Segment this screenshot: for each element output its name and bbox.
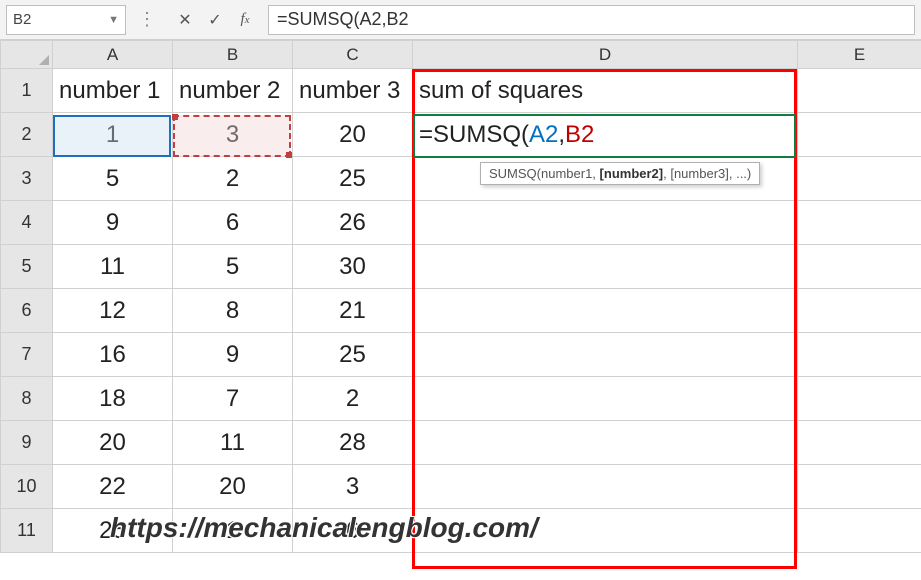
cell-B9[interactable]: 11 <box>173 421 293 465</box>
cell-B7[interactable]: 9 <box>173 333 293 377</box>
cell-C11[interactable]: 6 <box>293 509 413 553</box>
row-head-11[interactable]: 11 <box>1 509 53 553</box>
select-all-corner[interactable] <box>1 41 53 69</box>
cell-C2[interactable]: 20 <box>293 113 413 157</box>
cell-A8[interactable]: 18 <box>53 377 173 421</box>
cell-B8[interactable]: 7 <box>173 377 293 421</box>
col-head-C[interactable]: C <box>293 41 413 69</box>
formula-input[interactable]: =SUMSQ(A2,B2 <box>268 5 915 35</box>
cell-A7[interactable]: 16 <box>53 333 173 377</box>
row-head-3[interactable]: 3 <box>1 157 53 201</box>
cell-A4[interactable]: 9 <box>53 201 173 245</box>
cell-E8[interactable] <box>798 377 921 421</box>
cell-A11[interactable]: 25 <box>53 509 173 553</box>
cell-E10[interactable] <box>798 465 921 509</box>
cell-C9[interactable]: 28 <box>293 421 413 465</box>
row-head-6[interactable]: 6 <box>1 289 53 333</box>
cell-E6[interactable] <box>798 289 921 333</box>
cell-D6[interactable] <box>413 289 798 333</box>
row-head-2[interactable]: 2 <box>1 113 53 157</box>
enter-icon[interactable]: ✓ <box>204 9 226 31</box>
cell-C5[interactable]: 30 <box>293 245 413 289</box>
function-tooltip: SUMSQ(number1, [number2], [number3], ...… <box>480 162 760 185</box>
cell-E2[interactable] <box>798 113 921 157</box>
cell-B5[interactable]: 5 <box>173 245 293 289</box>
name-box-value: B2 <box>13 11 31 28</box>
cell-E1[interactable] <box>798 69 921 113</box>
cancel-icon[interactable]: ✕ <box>174 9 196 31</box>
formula-ref2: B2 <box>565 121 594 148</box>
row-head-8[interactable]: 8 <box>1 377 53 421</box>
cell-D8[interactable] <box>413 377 798 421</box>
cell-E3[interactable] <box>798 157 921 201</box>
cell-D9[interactable] <box>413 421 798 465</box>
cell-A5[interactable]: 11 <box>53 245 173 289</box>
cell-E7[interactable] <box>798 333 921 377</box>
cell-D5[interactable] <box>413 245 798 289</box>
cell-D10[interactable] <box>413 465 798 509</box>
cell-D2[interactable]: =SUMSQ(A2,B2 <box>413 113 798 157</box>
cell-E4[interactable] <box>798 201 921 245</box>
cell-E5[interactable] <box>798 245 921 289</box>
row-head-7[interactable]: 7 <box>1 333 53 377</box>
cell-B4[interactable]: 6 <box>173 201 293 245</box>
cell-C7[interactable]: 25 <box>293 333 413 377</box>
cell-D11[interactable] <box>413 509 798 553</box>
name-box[interactable]: B2 ▼ <box>6 5 126 35</box>
cell-E11[interactable] <box>798 509 921 553</box>
cell-C3[interactable]: 25 <box>293 157 413 201</box>
formula-ref1: A2 <box>529 121 558 148</box>
col-head-A[interactable]: A <box>53 41 173 69</box>
cell-C4[interactable]: 26 <box>293 201 413 245</box>
chevron-down-icon[interactable]: ▼ <box>108 14 119 26</box>
cell-B11[interactable]: 1 <box>173 509 293 553</box>
cell-A2[interactable]: 1 <box>53 113 173 157</box>
cell-C1[interactable]: number 3 <box>293 69 413 113</box>
cell-A6[interactable]: 12 <box>53 289 173 333</box>
cell-D1[interactable]: sum of squares <box>413 69 798 113</box>
cell-A9[interactable]: 20 <box>53 421 173 465</box>
cell-E9[interactable] <box>798 421 921 465</box>
expand-handle[interactable]: ⋮ <box>134 9 162 30</box>
cell-B6[interactable]: 8 <box>173 289 293 333</box>
row-head-9[interactable]: 9 <box>1 421 53 465</box>
formula-controls: ✕ ✓ fx <box>170 9 260 31</box>
col-head-D[interactable]: D <box>413 41 798 69</box>
cell-C10[interactable]: 3 <box>293 465 413 509</box>
row-head-1[interactable]: 1 <box>1 69 53 113</box>
tooltip-bold: [number2] <box>600 166 664 181</box>
cell-A3[interactable]: 5 <box>53 157 173 201</box>
cell-D7[interactable] <box>413 333 798 377</box>
cell-C6[interactable]: 21 <box>293 289 413 333</box>
col-head-B[interactable]: B <box>173 41 293 69</box>
spreadsheet-grid[interactable]: A B C D E 1 number 1 number 2 number 3 s… <box>0 40 921 553</box>
cell-A10[interactable]: 22 <box>53 465 173 509</box>
formula-input-text: =SUMSQ(A2,B2 <box>277 9 409 30</box>
cell-D4[interactable] <box>413 201 798 245</box>
row-head-4[interactable]: 4 <box>1 201 53 245</box>
row-head-10[interactable]: 10 <box>1 465 53 509</box>
tooltip-fn: SUMSQ <box>489 166 537 181</box>
cell-B2[interactable]: 3 <box>173 113 293 157</box>
formula-bar: B2 ▼ ⋮ ✕ ✓ fx =SUMSQ(A2,B2 <box>0 0 921 40</box>
col-head-E[interactable]: E <box>798 41 921 69</box>
cell-B10[interactable]: 20 <box>173 465 293 509</box>
fx-icon[interactable]: fx <box>234 9 256 31</box>
cell-C8[interactable]: 2 <box>293 377 413 421</box>
cell-A1[interactable]: number 1 <box>53 69 173 113</box>
formula-prefix: =SUMSQ( <box>419 121 529 148</box>
cell-B3[interactable]: 2 <box>173 157 293 201</box>
sheet-table: A B C D E 1 number 1 number 2 number 3 s… <box>0 40 921 553</box>
cell-B1[interactable]: number 2 <box>173 69 293 113</box>
row-head-5[interactable]: 5 <box>1 245 53 289</box>
